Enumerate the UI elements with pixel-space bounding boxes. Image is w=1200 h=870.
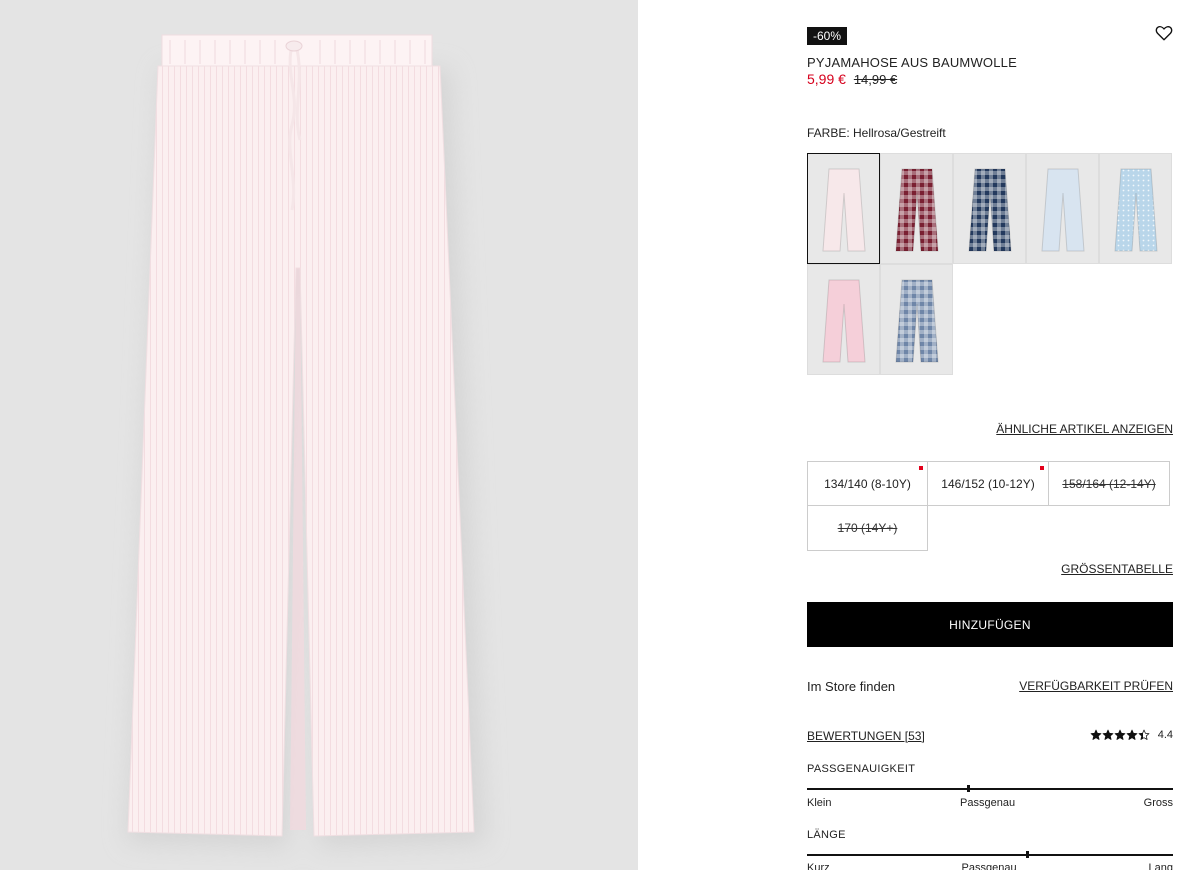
size-option-label: 158/164 (12-14Y) xyxy=(1062,476,1156,491)
length-scale-marker xyxy=(1025,851,1029,858)
fit-scale-labels: Klein Passgenau Gross xyxy=(807,797,1173,809)
original-price: 14,99 € xyxy=(853,72,898,87)
size-option-label: 134/140 (8-10Y) xyxy=(824,476,911,491)
size-option[interactable]: 158/164 (12-14Y) xyxy=(1048,461,1170,506)
size-chart-link[interactable]: GRÖSSENTABELLE xyxy=(1061,562,1173,576)
size-option[interactable]: 170 (14Y+) xyxy=(807,505,928,551)
star-rating xyxy=(1090,729,1150,741)
pants-thumbnail-icon xyxy=(894,168,939,251)
reviews-link[interactable]: BEWERTUNGEN [53] xyxy=(807,729,925,743)
price-block: 5,99 € 14,99 € xyxy=(807,71,897,87)
discount-badge: -60% xyxy=(807,27,848,45)
length-label: LÄNGE xyxy=(807,829,846,841)
heart-icon[interactable] xyxy=(1155,24,1173,42)
pants-thumbnail-icon xyxy=(967,168,1012,251)
color-swatch[interactable] xyxy=(880,153,953,264)
size-selector: 134/140 (8-10Y) 146/152 (10-12Y) 158/164 (… xyxy=(807,461,1173,551)
star-icon xyxy=(1102,729,1114,740)
length-mid-label: Passgenau xyxy=(961,862,1017,870)
color-swatch[interactable] xyxy=(1099,153,1172,264)
pants-thumbnail-icon xyxy=(821,168,866,251)
color-swatch[interactable] xyxy=(1026,153,1099,264)
size-option-label: 146/152 (10-12Y) xyxy=(941,476,1035,491)
fit-scale xyxy=(807,785,1173,792)
color-swatch[interactable] xyxy=(953,153,1026,264)
color-label: FARBE: Hellrosa/Gestreift xyxy=(807,126,946,140)
product-image[interactable] xyxy=(0,0,638,870)
sale-price: 5,99 € xyxy=(807,71,846,87)
pants-thumbnail-icon xyxy=(1113,168,1158,251)
similar-items-link[interactable]: ÄHNLICHE ARTIKEL ANZEIGEN xyxy=(996,422,1173,436)
low-stock-indicator xyxy=(919,466,923,470)
length-scale-labels: Kurz Passgenau Lang xyxy=(807,862,1173,870)
check-availability-link[interactable]: VERFÜGBARKEIT PRÜFEN xyxy=(1019,679,1173,693)
fit-low-label: Klein xyxy=(807,797,832,809)
low-stock-indicator xyxy=(1040,466,1044,470)
color-swatch-grid xyxy=(807,153,1175,375)
star-icon xyxy=(1126,729,1138,740)
pants-thumbnail-icon xyxy=(821,279,866,362)
star-icon xyxy=(1090,729,1102,740)
size-option[interactable]: 134/140 (8-10Y) xyxy=(807,461,928,506)
star-icon xyxy=(1138,729,1150,740)
find-in-store-label: Im Store finden xyxy=(807,679,896,694)
size-option[interactable]: 146/152 (10-12Y) xyxy=(927,461,1049,506)
add-to-cart-button[interactable]: HINZUFÜGEN xyxy=(807,602,1173,647)
star-icon xyxy=(1114,729,1126,740)
product-info-panel: -60% PYJAMAHOSE AUS BAUMWOLLE 5,99 € 14,… xyxy=(807,0,1173,870)
product-title: PYJAMAHOSE AUS BAUMWOLLE xyxy=(807,55,1017,70)
fit-scale-marker xyxy=(967,785,971,792)
color-swatch[interactable] xyxy=(807,153,880,264)
product-page: -60% PYJAMAHOSE AUS BAUMWOLLE 5,99 € 14,… xyxy=(0,0,1200,870)
pants-thumbnail-icon xyxy=(1040,168,1085,251)
fit-high-label: Gross xyxy=(1143,797,1173,809)
fit-mid-label: Passgenau xyxy=(960,797,1016,809)
fit-label: PASSGENAUIGKEIT xyxy=(807,763,916,775)
length-scale xyxy=(807,851,1173,858)
color-swatch[interactable] xyxy=(807,264,880,375)
size-option-label: 170 (14Y+) xyxy=(837,521,898,535)
length-high-label: Lang xyxy=(1148,862,1173,870)
color-swatch[interactable] xyxy=(880,264,953,375)
length-low-label: Kurz xyxy=(807,862,830,870)
rating-value: 4.4 xyxy=(1157,729,1173,741)
rating-summary: 4.4 xyxy=(1090,729,1173,741)
pajama-pants-illustration xyxy=(126,34,486,848)
pants-thumbnail-icon xyxy=(894,279,939,362)
